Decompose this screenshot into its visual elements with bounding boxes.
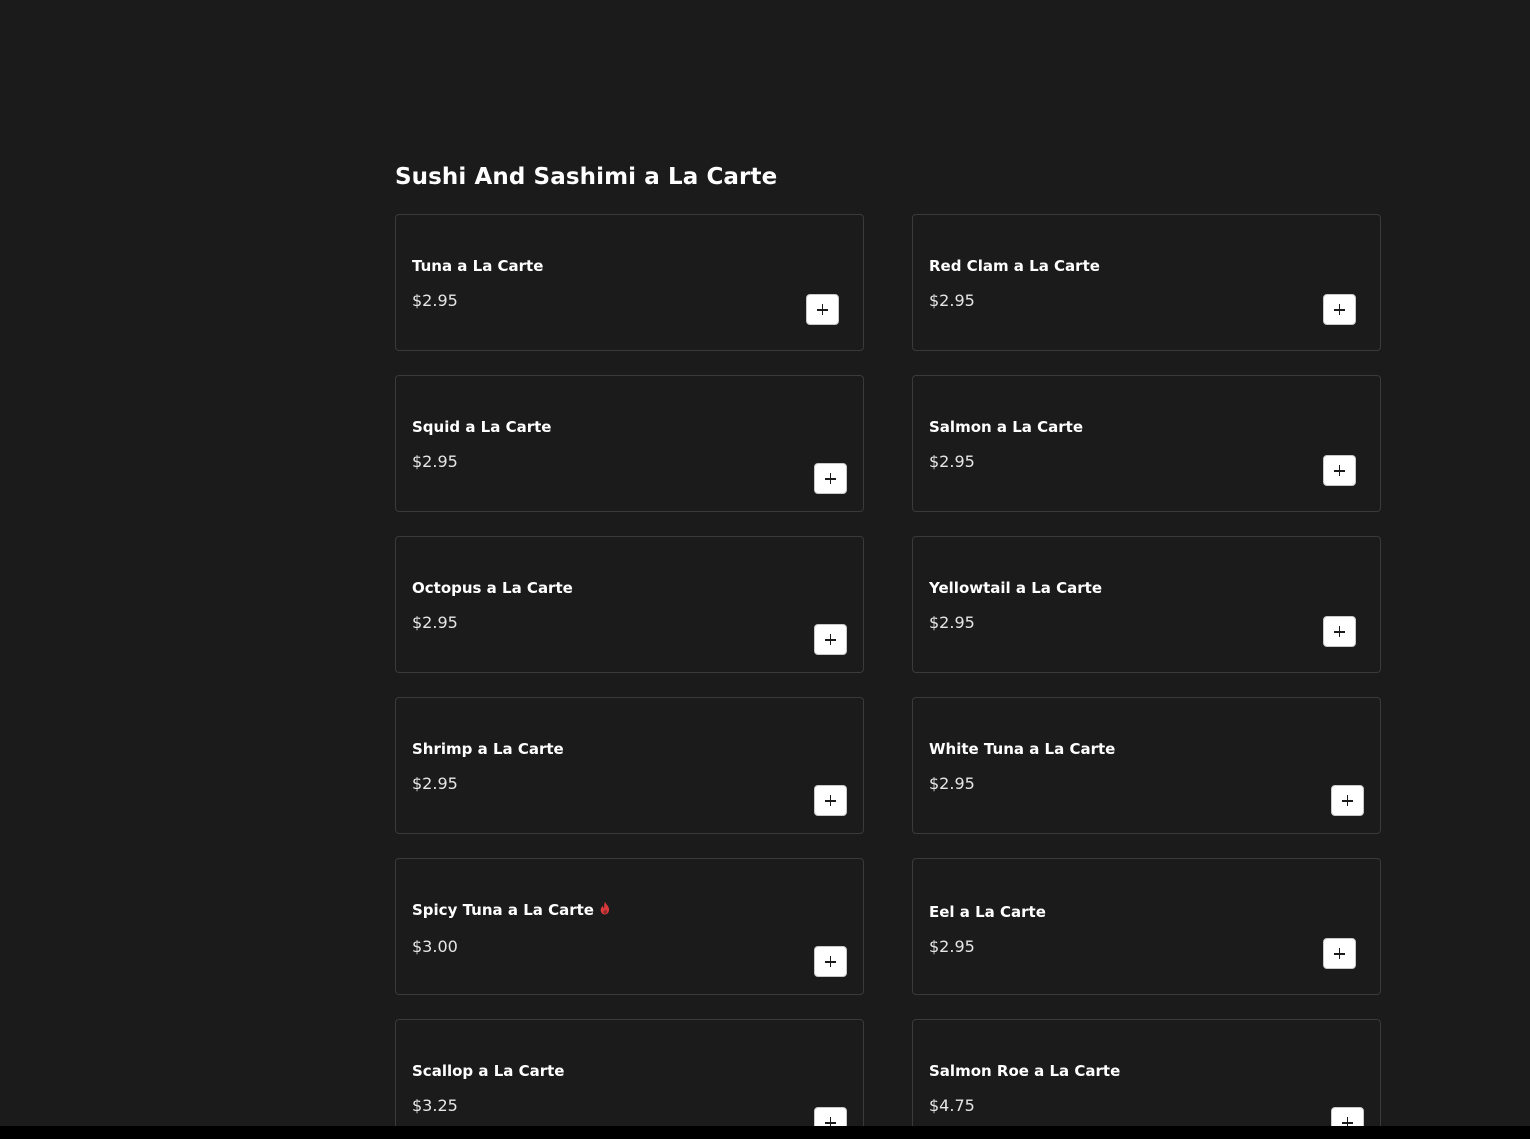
plus-icon: [825, 634, 836, 645]
item-price: $2.95: [929, 291, 975, 310]
item-name: Scallop a La Carte: [412, 1062, 565, 1080]
plus-icon: [817, 304, 828, 315]
plus-icon: [1334, 465, 1345, 476]
flame-icon: [599, 901, 611, 919]
item-name: Spicy Tuna a La Carte: [412, 901, 594, 919]
menu-item-card[interactable]: Spicy Tuna a La Carte $3.00: [395, 858, 864, 995]
item-name: Red Clam a La Carte: [929, 257, 1100, 275]
add-item-button[interactable]: [806, 294, 839, 325]
item-price: $2.95: [929, 774, 975, 793]
menu-page: Sushi And Sashimi a La Carte Tuna a La C…: [0, 0, 1530, 1139]
plus-icon: [1342, 795, 1353, 806]
item-name: Eel a La Carte: [929, 903, 1046, 921]
item-name-row: Spicy Tuna a La Carte: [412, 901, 611, 919]
bottom-bar: [0, 1126, 1530, 1139]
menu-item-card[interactable]: Octopus a La Carte $2.95: [395, 536, 864, 673]
item-price: $3.25: [412, 1096, 458, 1115]
item-name: White Tuna a La Carte: [929, 740, 1116, 758]
menu-item-card[interactable]: Salmon Roe a La Carte $4.75: [912, 1019, 1381, 1139]
item-name: Tuna a La Carte: [412, 257, 544, 275]
menu-item-card[interactable]: Shrimp a La Carte $2.95: [395, 697, 864, 834]
item-price: $2.95: [412, 613, 458, 632]
add-item-button[interactable]: [814, 463, 847, 494]
plus-icon: [1334, 948, 1345, 959]
menu-item-card[interactable]: Salmon a La Carte $2.95: [912, 375, 1381, 512]
add-item-button[interactable]: [1323, 455, 1356, 486]
plus-icon: [1334, 626, 1345, 637]
add-item-button[interactable]: [1331, 785, 1364, 816]
menu-item-card[interactable]: Squid a La Carte $2.95: [395, 375, 864, 512]
add-item-button[interactable]: [814, 785, 847, 816]
plus-icon: [825, 473, 836, 484]
menu-item-card[interactable]: Tuna a La Carte $2.95: [395, 214, 864, 351]
item-price: $2.95: [412, 291, 458, 310]
item-name: Salmon Roe a La Carte: [929, 1062, 1121, 1080]
add-item-button[interactable]: [814, 946, 847, 977]
menu-item-card[interactable]: Scallop a La Carte $3.25: [395, 1019, 864, 1139]
add-item-button[interactable]: [1323, 616, 1356, 647]
menu-item-card[interactable]: Red Clam a La Carte $2.95: [912, 214, 1381, 351]
item-name: Squid a La Carte: [412, 418, 552, 436]
section-title: Sushi And Sashimi a La Carte: [395, 164, 778, 190]
item-price: $2.95: [412, 774, 458, 793]
item-price: $2.95: [929, 613, 975, 632]
menu-item-card[interactable]: Eel a La Carte $2.95: [912, 858, 1381, 995]
plus-icon: [825, 795, 836, 806]
add-item-button[interactable]: [814, 624, 847, 655]
add-item-button[interactable]: [1323, 294, 1356, 325]
plus-icon: [825, 956, 836, 967]
add-item-button[interactable]: [1323, 938, 1356, 969]
item-name: Salmon a La Carte: [929, 418, 1084, 436]
item-name: Shrimp a La Carte: [412, 740, 564, 758]
menu-item-card[interactable]: Yellowtail a La Carte $2.95: [912, 536, 1381, 673]
item-name: Octopus a La Carte: [412, 579, 573, 597]
item-price: $2.95: [929, 937, 975, 956]
item-price: $4.75: [929, 1096, 975, 1115]
item-price: $2.95: [412, 452, 458, 471]
plus-icon: [1334, 304, 1345, 315]
item-price: $3.00: [412, 937, 458, 956]
menu-item-card[interactable]: White Tuna a La Carte $2.95: [912, 697, 1381, 834]
menu-grid: Tuna a La Carte $2.95 Red Clam a La Cart…: [395, 214, 1381, 1139]
item-name: Yellowtail a La Carte: [929, 579, 1103, 597]
item-price: $2.95: [929, 452, 975, 471]
